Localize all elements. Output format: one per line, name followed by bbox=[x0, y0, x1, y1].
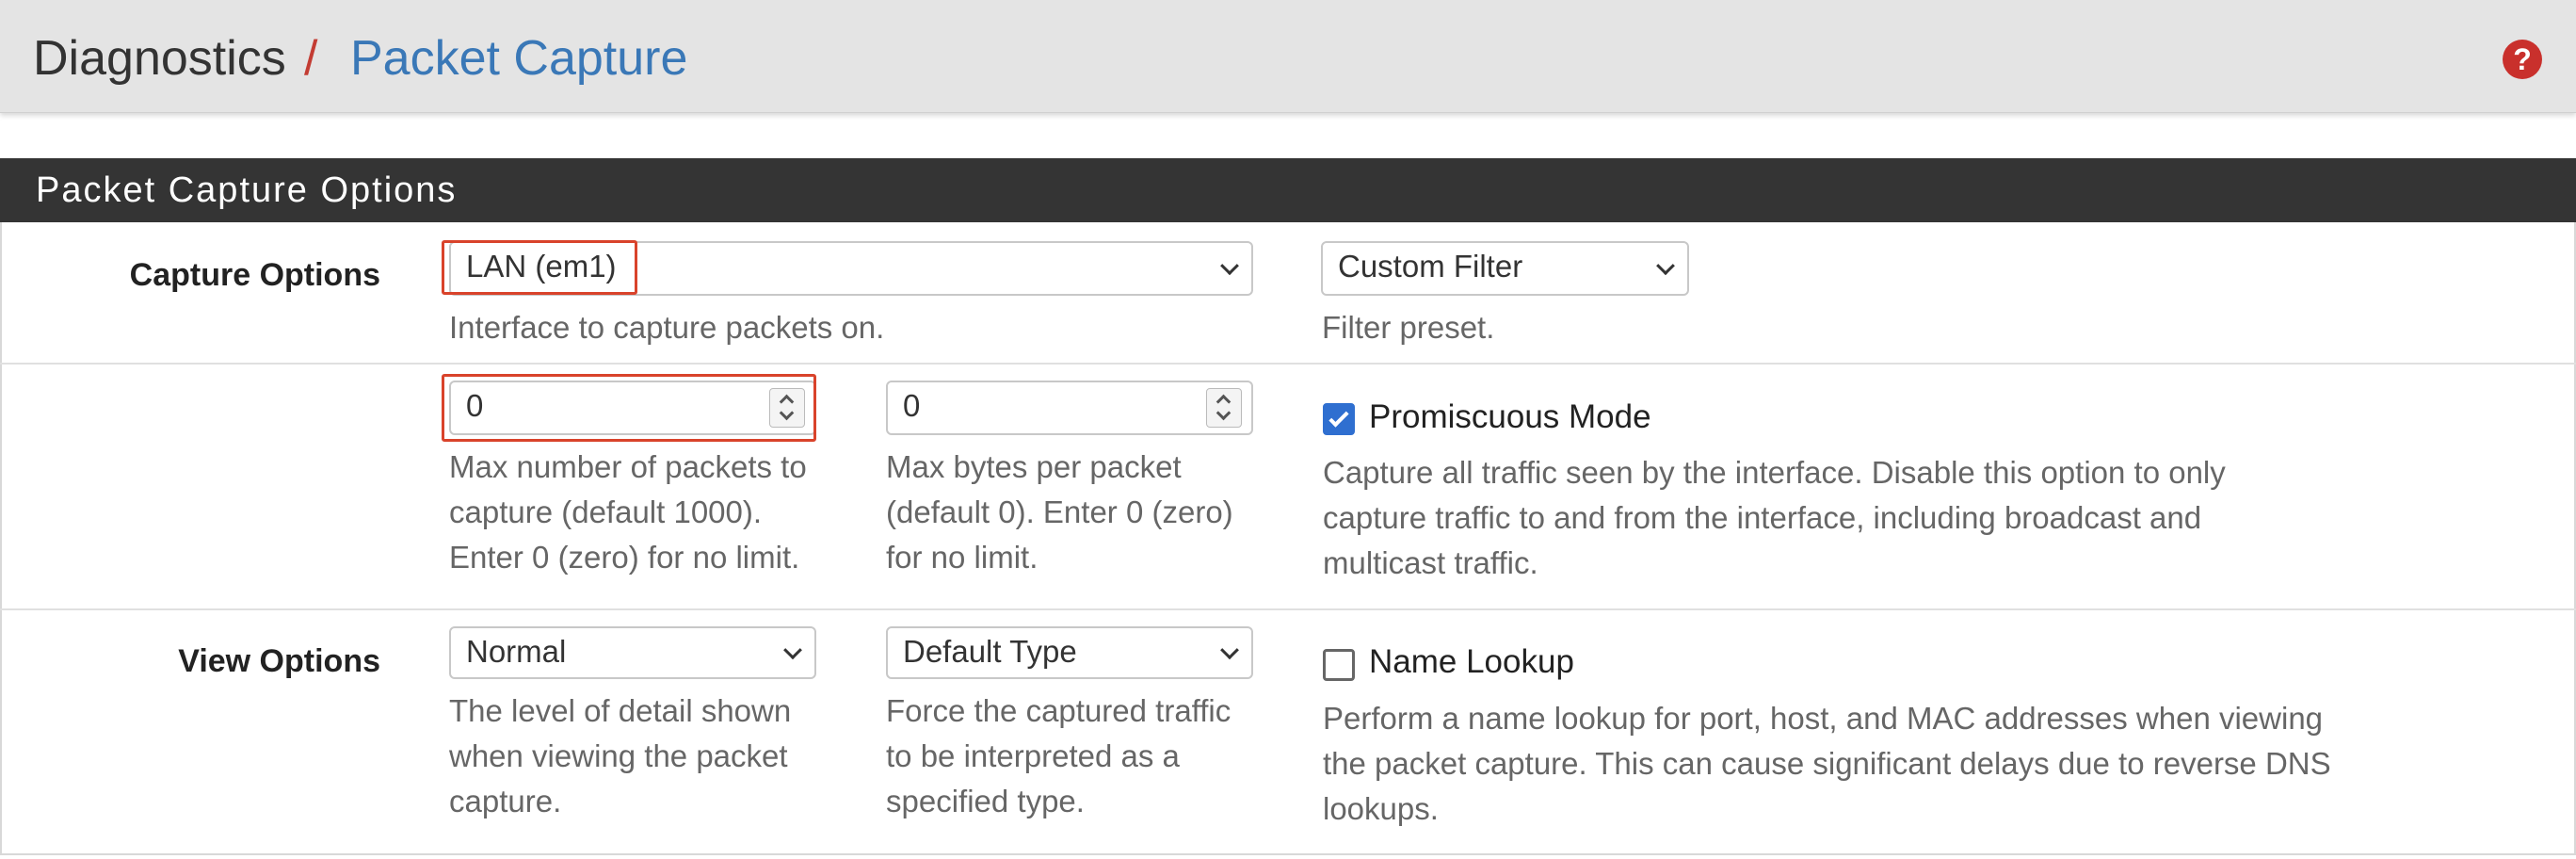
breadcrumb-current[interactable]: Packet Capture bbox=[350, 28, 687, 89]
name-lookup-help: Perform a name lookup for port, host, an… bbox=[1323, 701, 2331, 826]
max-bytes-help: Max bytes per packet (default 0). Enter … bbox=[886, 449, 1233, 575]
traffic-type-help: Force the captured traffic to be interpr… bbox=[886, 693, 1232, 818]
chevron-down-icon bbox=[1220, 256, 1239, 276]
row-divider bbox=[0, 608, 2576, 610]
check-icon bbox=[1328, 406, 1349, 428]
chevron-down-icon bbox=[1220, 640, 1239, 660]
promiscuous-help: Capture all traffic seen by the interfac… bbox=[1323, 455, 2226, 580]
detail-level-value: Normal bbox=[466, 634, 567, 669]
detail-level-help: The level of detail shown when viewing t… bbox=[449, 693, 792, 818]
name-lookup-label[interactable]: Name Lookup bbox=[1369, 641, 1574, 683]
detail-level-select[interactable]: Normal bbox=[449, 626, 816, 679]
traffic-type-select[interactable]: Default Type bbox=[886, 626, 1253, 679]
promiscuous-mode-checkbox[interactable] bbox=[1323, 403, 1355, 435]
breadcrumb-separator: / bbox=[304, 31, 318, 86]
max-bytes-input[interactable]: 0 bbox=[886, 381, 1253, 435]
filter-help-text: Filter preset. bbox=[1322, 310, 1495, 345]
interface-select-highlight bbox=[442, 240, 637, 295]
max-packets-highlight bbox=[442, 374, 816, 442]
interface-help-text: Interface to capture packets on. bbox=[449, 310, 885, 345]
chevron-down-icon bbox=[1656, 256, 1675, 276]
panel-title: Packet Capture Options bbox=[36, 170, 458, 210]
name-lookup-checkbox[interactable] bbox=[1323, 649, 1355, 681]
filter-preset-select[interactable]: Custom Filter bbox=[1321, 241, 1689, 296]
max-packets-help: Max number of packets to capture (defaul… bbox=[449, 449, 807, 575]
max-bytes-value: 0 bbox=[903, 388, 921, 423]
help-icon[interactable]: ? bbox=[2503, 40, 2542, 79]
row-divider bbox=[0, 363, 2576, 365]
spinner-icon[interactable] bbox=[1206, 388, 1242, 428]
traffic-type-value: Default Type bbox=[903, 634, 1077, 669]
capture-options-label: Capture Options bbox=[129, 257, 380, 293]
promiscuous-mode-label[interactable]: Promiscuous Mode bbox=[1369, 397, 1651, 438]
view-options-label: View Options bbox=[178, 643, 380, 679]
filter-preset-value: Custom Filter bbox=[1338, 249, 1523, 284]
chevron-down-icon bbox=[783, 640, 802, 660]
breadcrumb-parent[interactable]: Diagnostics bbox=[33, 28, 286, 89]
